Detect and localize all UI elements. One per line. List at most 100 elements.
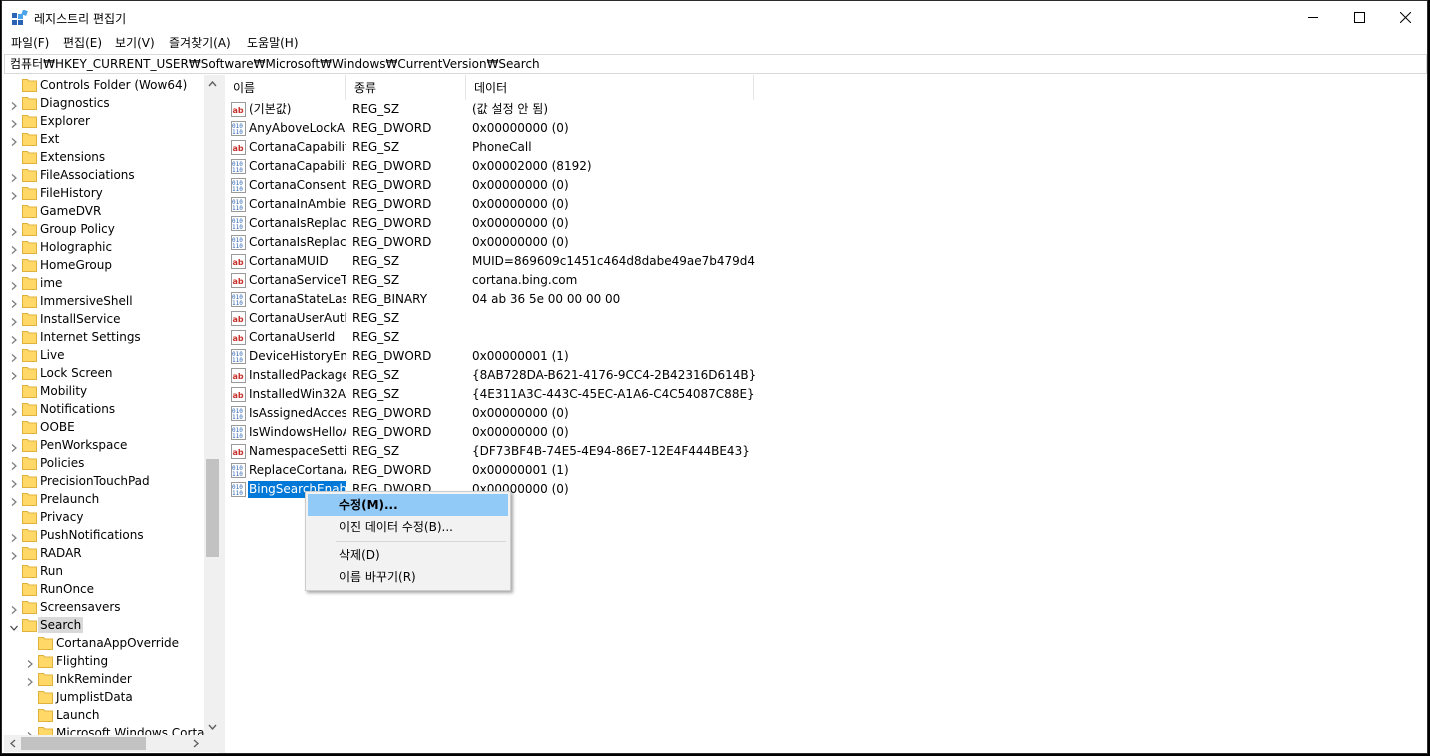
tree-item[interactable]: JumplistData <box>4 688 202 706</box>
tree-item[interactable]: RunOnce <box>4 580 202 598</box>
chevron-right-icon[interactable] <box>10 603 18 614</box>
value-row[interactable]: 010 110 IsAssignedAccess REG_DWORD 0x0000000… <box>225 404 1427 423</box>
tree-item[interactable]: Internet Settings <box>4 328 202 346</box>
chevron-right-icon[interactable] <box>26 657 34 668</box>
tree-item[interactable]: Flighting <box>4 652 202 670</box>
tree-item[interactable]: Ext <box>4 130 202 148</box>
tree-item[interactable]: Launch <box>4 706 202 724</box>
chevron-up-icon[interactable] <box>204 75 219 92</box>
maximize-button[interactable] <box>1336 1 1382 33</box>
chevron-right-icon[interactable] <box>10 99 18 110</box>
value-row[interactable]: ab CortanaMUID REG_SZ MUID=869609c1451c464d… <box>225 252 1427 271</box>
value-row[interactable]: 010110CortanaStateLastRun REG_BINARY 04 ab… <box>225 290 1427 309</box>
column-header-data[interactable]: 데이터 <box>466 75 754 100</box>
column-header-type[interactable]: 종류 <box>346 75 466 100</box>
tree-horizontal-scrollbar[interactable] <box>4 735 204 752</box>
tree-item[interactable]: Run <box>4 562 202 580</box>
tree-item[interactable]: CortanaAppOverride <box>4 634 202 652</box>
close-button[interactable] <box>1382 1 1428 33</box>
tree-item[interactable]: FileAssociations <box>4 166 202 184</box>
tree-item[interactable]: PushNotifications <box>4 526 202 544</box>
context-menu-delete[interactable]: 삭제(D) <box>308 544 508 566</box>
tree-item[interactable]: Holographic <box>4 238 202 256</box>
chevron-down-icon[interactable] <box>10 621 18 631</box>
chevron-right-icon[interactable] <box>10 405 18 416</box>
value-row[interactable]: ab CortanaUserAuthority REG_SZ <box>225 309 1427 328</box>
tree-item[interactable]: Explorer <box>4 112 202 130</box>
tree-item[interactable]: Controls Folder (Wow64) <box>4 76 202 94</box>
tree-item[interactable]: OOBE <box>4 418 202 436</box>
chevron-right-icon[interactable] <box>26 675 34 686</box>
tree-item[interactable]: PenWorkspace <box>4 436 202 454</box>
value-row[interactable]: 010110IsWindowsHelloActive REG_DWORD 0x000… <box>225 423 1427 442</box>
value-row[interactable]: 010110ReplaceCortanaAppMigrated REG_DWORD… <box>225 461 1427 480</box>
chevron-left-icon[interactable] <box>4 735 21 752</box>
chevron-right-icon[interactable] <box>10 549 18 560</box>
context-menu-modify[interactable]: 수정(M)... <box>308 494 508 516</box>
tree-item[interactable]: Search <box>4 616 202 634</box>
value-row[interactable]: ab (기본값) REG_SZ (값 설정 안 됨) <box>225 100 1427 119</box>
chevron-right-icon[interactable] <box>10 117 18 128</box>
address-bar[interactable]: 컴퓨터₩HKEY_CURRENT_USER₩Software₩Microsoft… <box>4 54 1427 74</box>
menu-edit[interactable]: 편집(E) <box>63 35 102 52</box>
column-header-name[interactable]: 이름 <box>225 75 346 100</box>
chevron-right-icon[interactable] <box>10 315 18 326</box>
chevron-right-icon[interactable] <box>10 189 18 200</box>
chevron-right-icon[interactable] <box>10 369 18 380</box>
tree-horizontal-scroll-thumb[interactable] <box>21 737 146 750</box>
chevron-right-icon[interactable] <box>10 171 18 182</box>
tree-item[interactable]: HomeGroup <box>4 256 202 274</box>
value-row[interactable]: 010110CortanaIsReplaced REG_DWORD 0x000000… <box>225 233 1427 252</box>
value-row[interactable]: 010110CortanaCapabilityFlags REG_DWORD 0x0… <box>225 157 1427 176</box>
value-row[interactable]: ab CortanaUserId REG_SZ <box>225 328 1427 347</box>
context-menu-rename[interactable]: 이름 바꾸기(R) <box>308 566 508 588</box>
chevron-right-icon[interactable] <box>10 279 18 290</box>
chevron-right-icon[interactable] <box>10 333 18 344</box>
chevron-right-icon[interactable] <box>10 243 18 254</box>
tree-item[interactable]: Lock Screen <box>4 364 202 382</box>
chevron-right-icon[interactable] <box>187 735 204 752</box>
chevron-right-icon[interactable] <box>10 135 18 146</box>
tree-item[interactable]: Privacy <box>4 508 202 526</box>
value-row[interactable]: 010110DeviceHistoryEnabled REG_DWORD 0x000… <box>225 347 1427 366</box>
value-row[interactable]: ab InstalledPackagedCortanaApps REG_SZ {8AB… <box>225 366 1427 385</box>
tree-item[interactable]: InstallService <box>4 310 202 328</box>
tree-item[interactable]: PrecisionTouchPad <box>4 472 202 490</box>
value-row[interactable]: ab InstalledWin32AppsRevision REG_SZ {4E311… <box>225 385 1427 404</box>
menu-help[interactable]: 도움말(H) <box>247 35 299 52</box>
chevron-right-icon[interactable] <box>10 225 18 236</box>
tree-item[interactable]: Prelaunch <box>4 490 202 508</box>
chevron-down-icon[interactable] <box>204 718 219 735</box>
tree-item[interactable]: Live <box>4 346 202 364</box>
tree-item[interactable]: ImmersiveShell <box>4 292 202 310</box>
tree-item[interactable]: Mobility <box>4 382 202 400</box>
tree-item[interactable]: FileHistory <box>4 184 202 202</box>
menu-file[interactable]: 파일(F) <box>11 35 49 52</box>
tree-item[interactable]: GameDVR <box>4 202 202 220</box>
minimize-button[interactable] <box>1290 1 1336 33</box>
tree-item[interactable]: ime <box>4 274 202 292</box>
chevron-right-icon[interactable] <box>10 477 18 488</box>
value-list[interactable]: 이름 종류 데이터 ab (기본값) REG_SZ (값 설정 안 됨) 010 110 A… <box>225 75 1427 753</box>
value-row[interactable]: ab NamespaceSettingsRevision REG_SZ {DF73BF… <box>225 442 1427 461</box>
tree-item[interactable]: Diagnostics <box>4 94 202 112</box>
tree-vertical-scrollbar[interactable] <box>204 75 219 735</box>
tree-item[interactable]: Screensavers <box>4 598 202 616</box>
chevron-right-icon[interactable] <box>10 441 18 452</box>
title-bar[interactable]: 레지스트리 편집기 <box>2 1 1427 33</box>
value-row[interactable]: ab CortanaCapabilities REG_SZ PhoneCall <box>225 138 1427 157</box>
context-menu-modify-binary[interactable]: 이진 데이터 수정(B)... <box>308 516 508 538</box>
chevron-right-icon[interactable] <box>10 297 18 308</box>
tree-item[interactable]: InkReminder <box>4 670 202 688</box>
menu-favorites[interactable]: 즐겨찾기(A) <box>169 35 231 52</box>
tree-item[interactable]: Policies <box>4 454 202 472</box>
value-row[interactable]: 010110AnyAboveLockApps REG_DWORD 0x0000000… <box>225 119 1427 138</box>
tree-item[interactable]: Notifications <box>4 400 202 418</box>
tree-item[interactable]: Group Policy <box>4 220 202 238</box>
tree-item[interactable]: RADAR <box>4 544 202 562</box>
chevron-right-icon[interactable] <box>10 351 18 362</box>
menu-view[interactable]: 보기(V) <box>115 35 155 52</box>
chevron-right-icon[interactable] <box>10 261 18 272</box>
key-tree[interactable]: Controls Folder (Wow64) Diagnostics Explor… <box>4 75 219 753</box>
value-row[interactable]: 010 110 CortanaConsent REG_DWORD 0x00000000 … <box>225 176 1427 195</box>
